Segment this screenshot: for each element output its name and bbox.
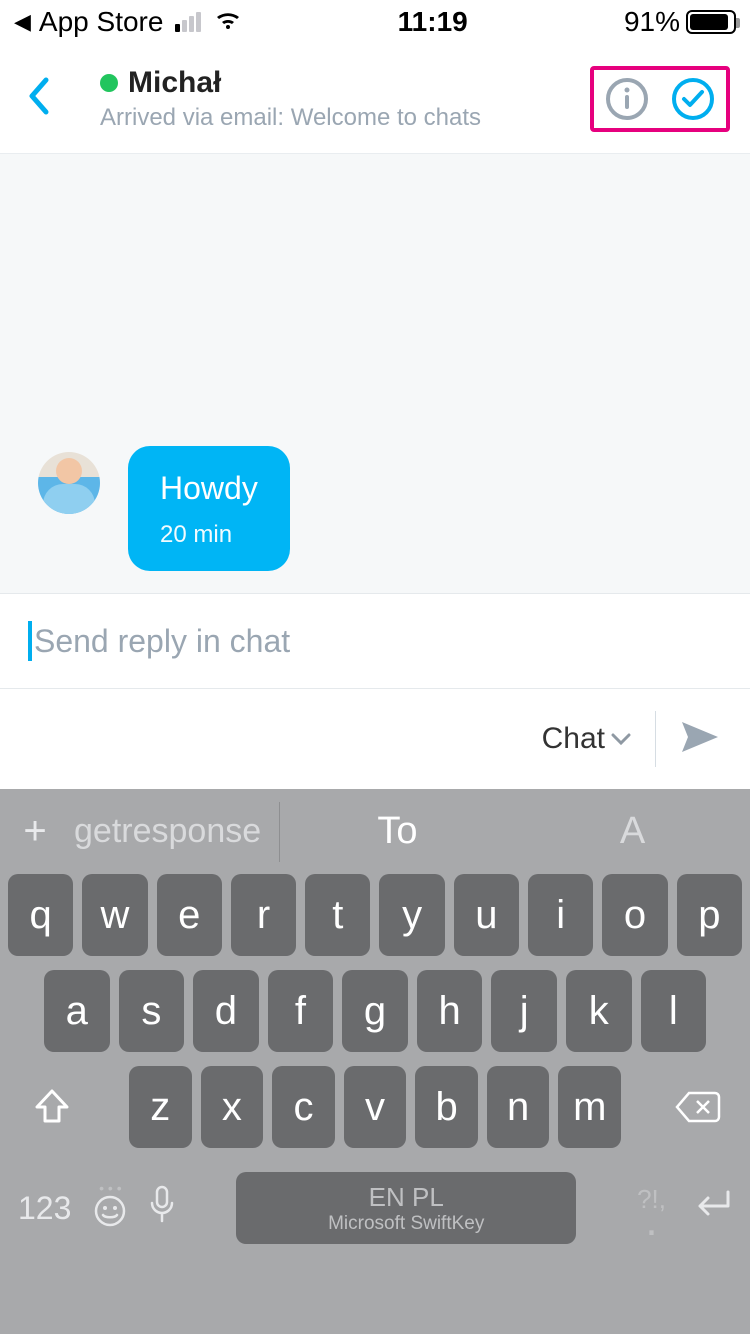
suggestion-1[interactable]: getresponse xyxy=(70,802,280,862)
keyboard-brand: Microsoft SwiftKey xyxy=(328,1213,484,1235)
presence-dot-icon xyxy=(100,74,118,92)
shift-key[interactable] xyxy=(8,1066,96,1148)
compose-mode-label: Chat xyxy=(542,722,605,756)
send-button[interactable] xyxy=(680,720,720,759)
status-time: 11:19 xyxy=(398,6,468,38)
key-p[interactable]: p xyxy=(677,874,742,956)
send-icon xyxy=(680,720,720,754)
key-u[interactable]: u xyxy=(454,874,519,956)
key-b[interactable]: b xyxy=(415,1066,478,1148)
enter-icon xyxy=(688,1188,732,1224)
reply-input-row[interactable] xyxy=(0,593,750,689)
key-w[interactable]: w xyxy=(82,874,147,956)
header-subtitle: Arrived via email: Welcome to chats xyxy=(100,104,590,132)
mic-icon xyxy=(149,1185,175,1223)
key-r[interactable]: r xyxy=(231,874,296,956)
key-z[interactable]: z xyxy=(129,1066,192,1148)
key-t[interactable]: t xyxy=(305,874,370,956)
compose-toolbar: Chat xyxy=(0,689,750,789)
backspace-key[interactable] xyxy=(654,1066,742,1148)
emoji-icon xyxy=(93,1194,127,1228)
key-d[interactable]: d xyxy=(193,970,259,1052)
reply-input[interactable] xyxy=(34,623,722,660)
key-row-1: q w e r t y u i o p xyxy=(0,874,750,956)
suggestion-bar: + getresponse To A xyxy=(0,789,750,874)
message-row: Howdy 20 min xyxy=(38,446,290,571)
key-y[interactable]: y xyxy=(379,874,444,956)
numeric-key[interactable]: 123 xyxy=(18,1190,71,1227)
emoji-key[interactable]: • • • xyxy=(93,1180,127,1236)
key-a[interactable]: a xyxy=(44,970,110,1052)
key-s[interactable]: s xyxy=(119,970,185,1052)
info-icon[interactable] xyxy=(604,76,650,122)
chevron-left-icon xyxy=(26,76,50,116)
resolve-check-icon[interactable] xyxy=(670,76,716,122)
message-time: 20 min xyxy=(160,521,258,549)
back-button[interactable] xyxy=(26,76,50,121)
message-text: Howdy xyxy=(160,470,258,507)
battery-icon xyxy=(686,10,736,34)
chat-header: Michał Arrived via email: Welcome to cha… xyxy=(0,44,750,154)
header-title-block[interactable]: Michał Arrived via email: Welcome to cha… xyxy=(50,66,590,132)
cellular-signal-icon xyxy=(175,12,201,32)
key-o[interactable]: o xyxy=(602,874,667,956)
key-row-2: a s d f g h j k l xyxy=(0,970,750,1052)
contact-name: Michał xyxy=(128,66,221,100)
key-g[interactable]: g xyxy=(342,970,408,1052)
key-j[interactable]: j xyxy=(491,970,557,1052)
key-l[interactable]: l xyxy=(641,970,707,1052)
key-i[interactable]: i xyxy=(528,874,593,956)
suggestion-3[interactable]: A xyxy=(515,810,750,853)
punct-bot: . xyxy=(637,1212,666,1230)
compose-mode-dropdown[interactable]: Chat xyxy=(542,722,631,756)
message-bubble[interactable]: Howdy 20 min xyxy=(128,446,290,571)
back-to-app-label[interactable]: App Store xyxy=(39,6,164,38)
keyboard-plus-button[interactable]: + xyxy=(0,809,70,854)
chat-thread[interactable]: Howdy 20 min xyxy=(0,154,750,593)
back-to-app-icon[interactable]: ◀ xyxy=(14,9,31,35)
status-bar: ◀ App Store 11:19 91% xyxy=(0,0,750,44)
header-actions-highlight xyxy=(590,66,730,132)
spacebar-key[interactable]: EN PL Microsoft SwiftKey xyxy=(236,1172,576,1244)
chevron-down-icon xyxy=(611,732,631,746)
key-row-bottom: 123 • • • EN PL Microsoft SwiftKey ?!, . xyxy=(0,1162,750,1254)
punctuation-key[interactable]: ?!, . xyxy=(637,1186,666,1230)
text-caret xyxy=(28,621,32,661)
key-row-3: z x c v b n m xyxy=(0,1066,750,1148)
status-right: 91% xyxy=(624,6,736,38)
keyboard-lang: EN PL xyxy=(369,1182,444,1213)
battery-percent: 91% xyxy=(624,6,680,38)
key-k[interactable]: k xyxy=(566,970,632,1052)
key-q[interactable]: q xyxy=(8,874,73,956)
mic-key[interactable] xyxy=(149,1185,175,1231)
key-h[interactable]: h xyxy=(417,970,483,1052)
key-m[interactable]: m xyxy=(558,1066,621,1148)
key-c[interactable]: c xyxy=(272,1066,335,1148)
backspace-icon xyxy=(675,1090,721,1124)
wifi-icon xyxy=(215,6,241,38)
key-x[interactable]: x xyxy=(201,1066,264,1148)
avatar[interactable] xyxy=(38,452,100,514)
suggestion-2[interactable]: To xyxy=(280,810,515,853)
enter-key[interactable] xyxy=(688,1188,732,1229)
shift-icon xyxy=(33,1089,71,1125)
key-e[interactable]: e xyxy=(157,874,222,956)
key-v[interactable]: v xyxy=(344,1066,407,1148)
key-f[interactable]: f xyxy=(268,970,334,1052)
divider xyxy=(655,711,656,767)
key-n[interactable]: n xyxy=(487,1066,550,1148)
keyboard[interactable]: + getresponse To A q w e r t y u i o p a… xyxy=(0,789,750,1334)
status-left[interactable]: ◀ App Store xyxy=(14,6,241,38)
